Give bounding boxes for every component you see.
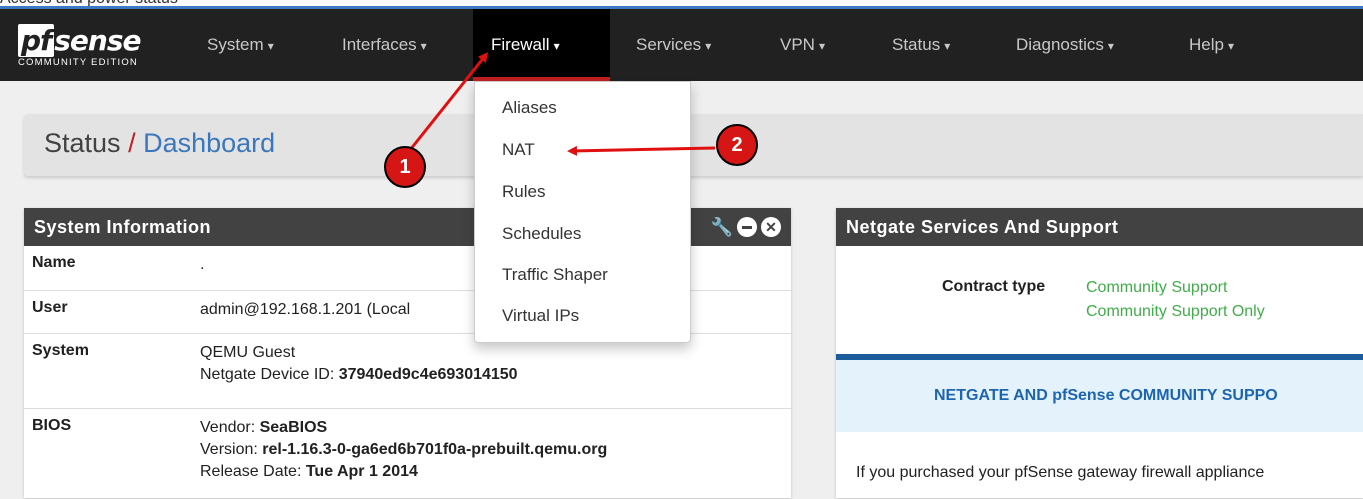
- arrow-2: [567, 145, 716, 156]
- annotation-arrows: [408, 52, 716, 156]
- arrow-1: [408, 52, 489, 151]
- annotation-badge-2: 2: [716, 124, 758, 166]
- annotation-badge-1: 1: [384, 146, 426, 188]
